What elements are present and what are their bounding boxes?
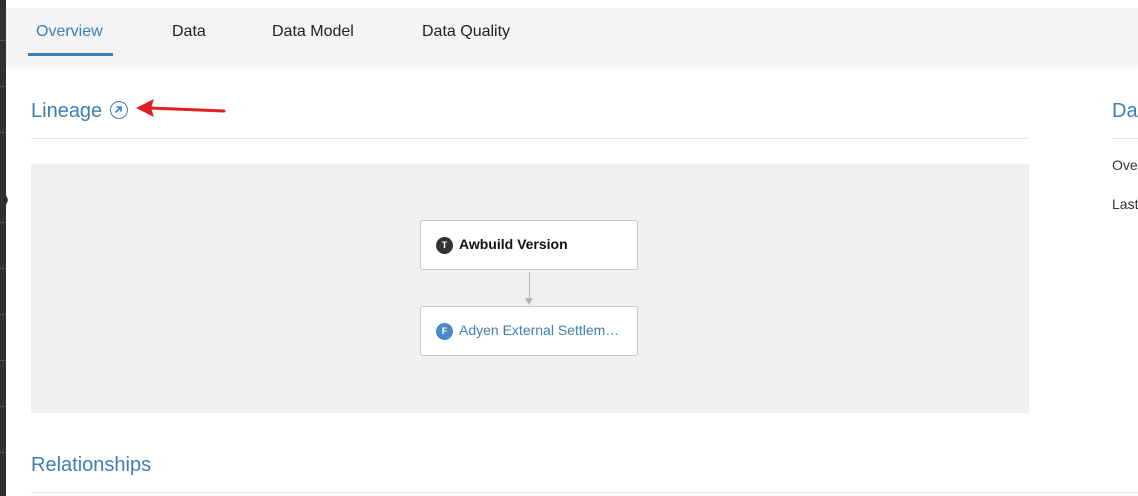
lineage-node-table[interactable]: T Awbuild Version [420, 220, 638, 270]
lineage-graph: T Awbuild Version F Adyen External Settl… [31, 164, 1029, 413]
lineage-title: Lineage [31, 100, 103, 122]
tab-data-model[interactable]: Data Model [272, 8, 354, 55]
relationships-divider [31, 492, 1138, 493]
tab-data[interactable]: Data [172, 8, 206, 55]
side-panel-title: Da [1112, 100, 1138, 122]
tab-overview-label: Overview [36, 23, 103, 40]
lineage-divider [31, 138, 1029, 139]
annotation-arrow [136, 99, 226, 117]
lineage-node-file[interactable]: F Adyen External Settlem… [420, 306, 638, 356]
tab-data-label: Data [172, 23, 206, 40]
side-panel-row-last: Last [1112, 196, 1138, 212]
file-type-badge: F [436, 323, 453, 340]
table-type-badge: T [436, 237, 453, 254]
side-panel-row-overview: Ove [1112, 157, 1138, 173]
external-link-icon[interactable] [110, 101, 128, 119]
sidebar-collapse-handle[interactable] [0, 178, 8, 222]
left-sidebar-edge [0, 0, 6, 496]
lineage-connector [529, 272, 530, 300]
tab-bar: Overview Data Data Model Data Quality [6, 8, 1138, 65]
lineage-node-label: Adyen External Settlem… [459, 322, 620, 338]
side-panel-divider [1112, 138, 1138, 139]
relationships-title: Relationships [31, 454, 152, 476]
tab-overview[interactable]: Overview [28, 8, 113, 56]
lineage-arrowhead [525, 298, 533, 305]
tab-data-quality[interactable]: Data Quality [422, 8, 510, 55]
active-tab-indicator [28, 53, 113, 56]
lineage-node-label: Awbuild Version [459, 236, 568, 252]
tab-data-model-label: Data Model [272, 23, 354, 40]
tab-data-quality-label: Data Quality [422, 23, 511, 40]
